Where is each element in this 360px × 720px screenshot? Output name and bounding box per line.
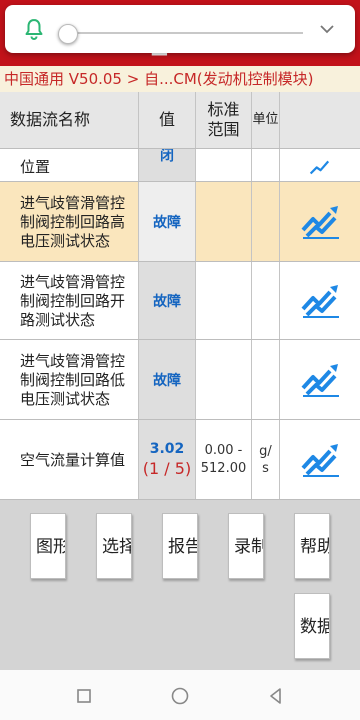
header-value: 值 [139,92,196,148]
chart-line-icon[interactable] [299,281,341,321]
table-header: 数据流名称 值 标准 范围 单位 [0,92,360,149]
home-icon[interactable] [169,685,191,707]
row-value: 故障 [153,214,181,231]
chart-line-icon[interactable] [299,360,341,400]
table-row[interactable]: 进气歧管滑管控制阀控制回路开路测试状态 故障 [0,262,360,340]
chart-line-icon[interactable] [299,440,341,480]
graph-button[interactable]: 图形 [30,513,66,579]
chart-line-icon[interactable] [299,202,341,242]
report-button[interactable]: 报告 [162,513,198,579]
action-bar: 图形 选择 报告 录制 帮助 数据 [0,500,360,670]
table-row[interactable]: 进气歧管滑管控制阀控制回路高电压测试状态 故障 [0,182,360,262]
row-name: 进气歧管滑管控制阀控制回路高电压测试状态 [20,194,126,250]
row-name: 空气流量计算值 [20,451,126,469]
data-stream-table: 数据流名称 值 标准 范围 单位 位置 闭 进气歧管滑管控制阀控制回路高电压测试… [0,92,360,500]
table-row[interactable]: 空气流量计算值 3.02 (1 / 5) 0.00 - 512.00 g/s [0,420,360,500]
recent-apps-icon[interactable] [73,685,95,707]
back-icon[interactable] [265,685,287,707]
chart-line-icon[interactable] [299,157,341,179]
row-name: 位置 [20,158,51,176]
record-button[interactable]: 录制 [228,513,264,579]
help-button[interactable]: 帮助 [294,513,330,579]
row-value: 故障 [153,293,181,310]
header-graph [280,92,360,148]
volume-slider-track[interactable] [61,32,303,34]
select-button[interactable]: 选择 [96,513,132,579]
row-name: 进气歧管滑管控制阀控制回路开路测试状态 [20,273,126,329]
header-unit: 单位 [252,92,280,148]
header-name: 数据流名称 [0,92,139,148]
row-value-sub: (1 / 5) [142,459,192,478]
system-nav-bar [0,670,360,720]
row-unit: g/s [259,443,272,476]
table-row[interactable]: 进气歧管滑管控制阀控制回路低电压测试状态 故障 [0,340,360,420]
row-value: 故障 [153,372,181,389]
chevron-down-icon[interactable] [319,21,335,37]
volume-slider-thumb[interactable] [58,24,78,44]
data-button[interactable]: 数据 [294,593,330,659]
header-range: 标准 范围 [196,92,252,148]
row-name: 进气歧管滑管控制阀控制回路低电压测试状态 [20,352,126,408]
notification-panel [5,5,355,53]
bell-icon[interactable] [22,17,46,41]
breadcrumb: 中国通用 V50.05 > 自...CM(发动机控制模块) [0,66,360,92]
row-range: 0.00 - 512.00 [200,442,247,476]
row-value: 3.02 [149,441,185,457]
